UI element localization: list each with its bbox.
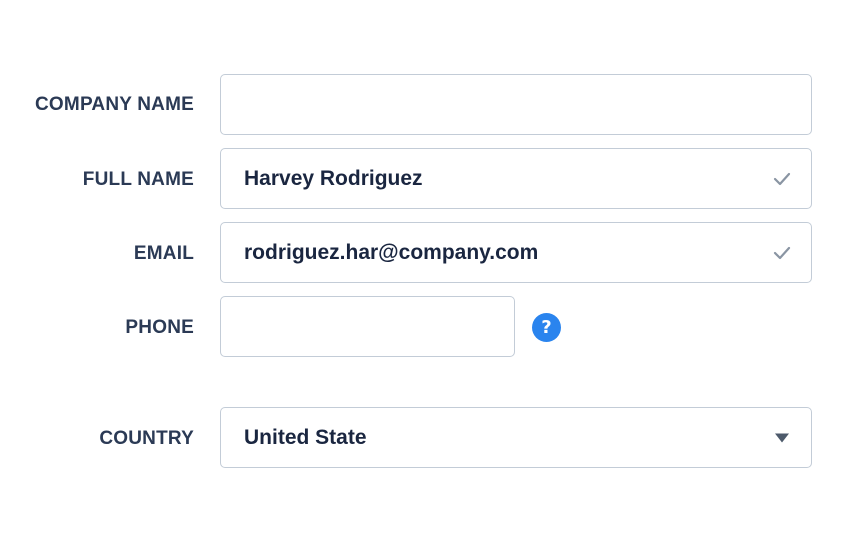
country-select[interactable]: United State: [220, 407, 812, 468]
checkmark-icon: [773, 172, 791, 185]
country-selected-value: United State: [244, 425, 367, 449]
country-label: COUNTRY: [99, 428, 194, 449]
checkmark-icon: [773, 246, 791, 259]
company-name-field-wrapper: [220, 74, 812, 135]
full-name-field-wrapper: [220, 148, 812, 209]
email-input[interactable]: [221, 223, 811, 282]
phone-label: PHONE: [125, 317, 194, 338]
email-field-wrapper: [220, 222, 812, 283]
full-name-input[interactable]: [221, 149, 811, 208]
company-name-label: COMPANY NAME: [35, 94, 194, 115]
email-label: EMAIL: [133, 243, 194, 264]
company-name-input[interactable]: [221, 75, 811, 134]
full-name-label: FULL NAME: [82, 169, 194, 190]
help-icon[interactable]: ?: [532, 313, 561, 342]
caret-down-icon: [775, 433, 789, 442]
phone-field-wrapper: [220, 296, 515, 357]
phone-input[interactable]: [221, 297, 514, 356]
